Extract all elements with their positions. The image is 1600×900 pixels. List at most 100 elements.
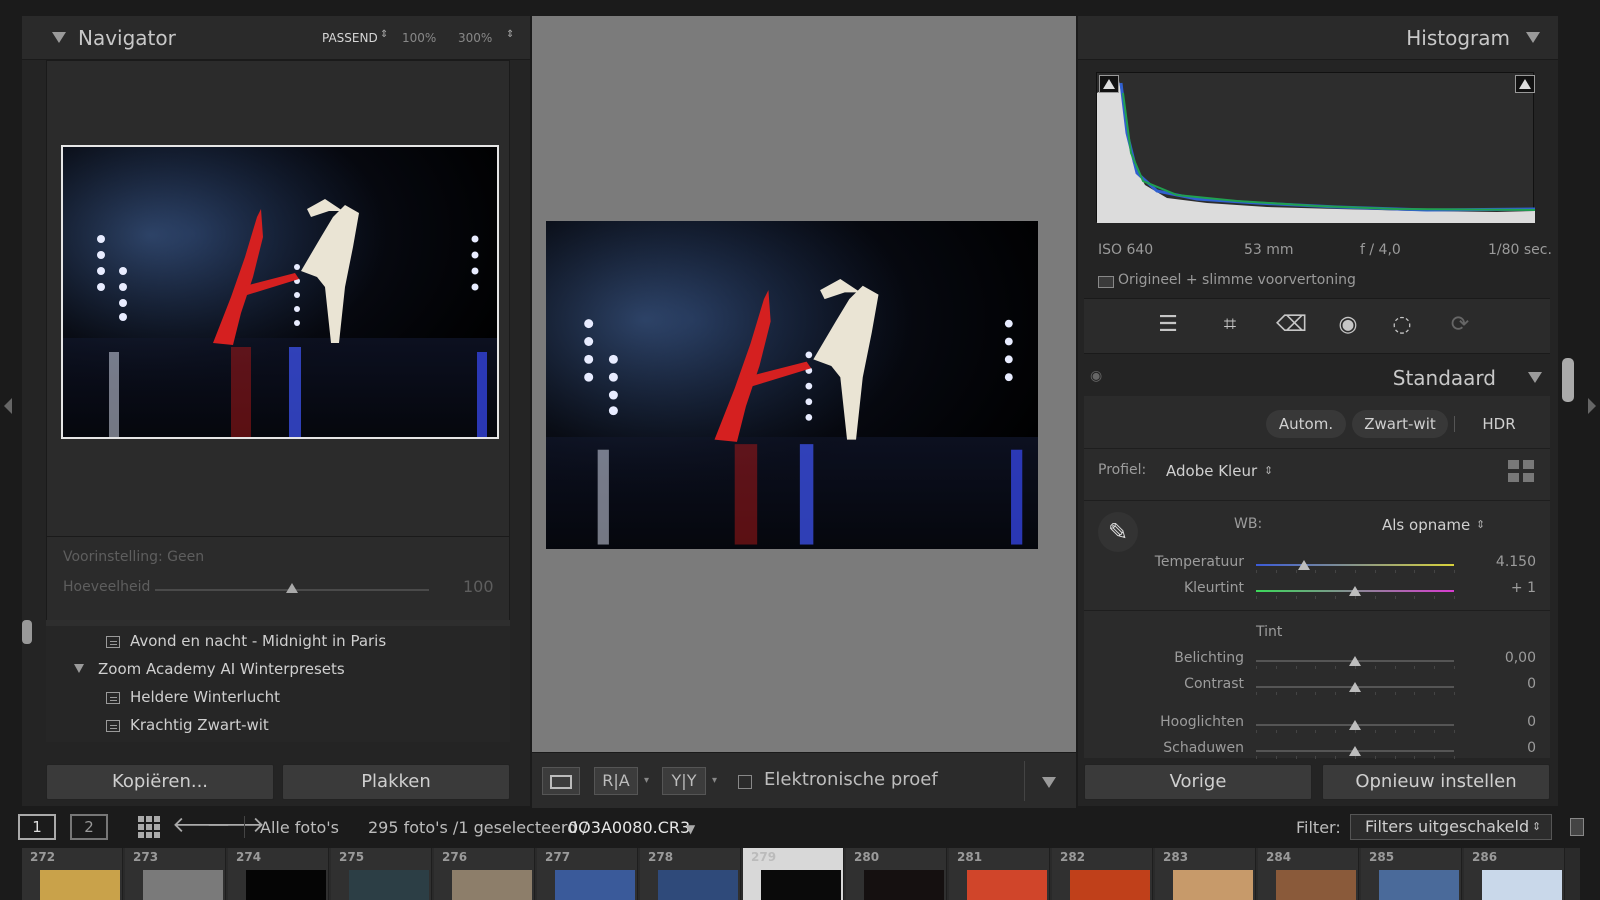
filmstrip-cell[interactable]: 274 — [228, 848, 329, 900]
filmstrip-thumbnail[interactable] — [1379, 870, 1459, 900]
slider-value[interactable]: 0 — [1476, 740, 1536, 756]
filmstrip-thumbnail[interactable] — [1173, 870, 1253, 900]
filmstrip-cell[interactable]: 273 — [125, 848, 226, 900]
zoom-300-option[interactable]: 300% — [458, 31, 492, 45]
left-panel-toggle-icon[interactable] — [4, 398, 12, 414]
filmstrip-cell[interactable]: 275 — [331, 848, 432, 900]
eraser-icon[interactable]: ⌫ — [1276, 311, 1307, 339]
collapse-triangle-icon[interactable] — [1528, 372, 1542, 383]
highlight-clipping-icon[interactable] — [1515, 75, 1535, 93]
edit-sliders-icon[interactable]: ☰ — [1154, 311, 1182, 339]
shadows-slider-thumb[interactable] — [1349, 746, 1361, 756]
contrast-slider-thumb[interactable] — [1349, 682, 1361, 692]
zoom-fit-option[interactable]: PASSEND — [322, 31, 378, 45]
filmstrip-thumbnail[interactable] — [143, 870, 223, 900]
paste-settings-button[interactable]: Plakken — [282, 764, 510, 800]
filter-select-arrows-icon[interactable]: ⇕ — [1532, 820, 1541, 833]
before-after-ra-button[interactable]: R|A — [594, 767, 638, 795]
preset-item[interactable]: Krachtig Zwart-wit — [130, 716, 269, 734]
preset-item[interactable]: Avond en nacht - Midnight in Paris — [130, 632, 386, 650]
filmstrip-thumbnail[interactable] — [40, 870, 120, 900]
contrast-slider[interactable] — [1256, 682, 1455, 695]
tint-slider[interactable] — [1256, 586, 1455, 599]
amount-slider-thumb[interactable] — [286, 583, 298, 593]
filmstrip-cell[interactable]: 283 — [1155, 848, 1256, 900]
loupe-view-button[interactable] — [542, 767, 580, 795]
secondary-display-button[interactable]: 2 — [70, 814, 108, 840]
filmstrip-cell[interactable]: 276 — [434, 848, 535, 900]
copy-settings-button[interactable]: Kopiëren... — [46, 764, 274, 800]
filmstrip-cell[interactable]: 282 — [1052, 848, 1153, 900]
wb-eyedropper-icon[interactable]: ✎ — [1098, 512, 1138, 552]
filmstrip-cell[interactable]: 286 — [1464, 848, 1565, 900]
temperature-slider-thumb[interactable] — [1297, 560, 1310, 570]
filmstrip-thumbnail[interactable] — [761, 870, 841, 900]
previous-settings-button[interactable]: Vorige — [1084, 764, 1312, 800]
main-photo[interactable] — [546, 221, 1038, 549]
presets-rotate-icon[interactable]: ⟳ — [1446, 311, 1474, 339]
crop-icon[interactable]: ⌗ — [1216, 311, 1244, 339]
navigator-thumbnail[interactable] — [61, 145, 499, 439]
hdr-button[interactable]: HDR — [1464, 410, 1534, 438]
yy-dropdown-icon[interactable]: ▾ — [712, 775, 717, 786]
filmstrip-thumbnail[interactable] — [1276, 870, 1356, 900]
highlights-slider-thumb[interactable] — [1349, 720, 1361, 730]
filmstrip-cell[interactable]: 279 — [743, 848, 844, 900]
filmstrip-thumbnail[interactable] — [452, 870, 532, 900]
basic-panel-header[interactable]: ◉ Standaard — [1084, 360, 1550, 396]
preset-item[interactable]: Heldere Winterlucht — [130, 688, 280, 706]
left-scrollbar-thumb[interactable] — [22, 620, 32, 644]
softproof-label[interactable]: Elektronische proef — [764, 769, 938, 790]
slider-value[interactable]: 4.150 — [1476, 554, 1536, 570]
preset-folder[interactable]: Zoom Academy AI Winterpresets — [98, 660, 345, 678]
right-scrollbar[interactable] — [1562, 358, 1574, 402]
collapse-triangle-icon[interactable] — [1526, 32, 1540, 43]
wb-select-arrows-icon[interactable]: ⇕ — [1476, 518, 1485, 531]
ra-dropdown-icon[interactable]: ▾ — [644, 775, 649, 786]
masking-icon[interactable]: ◌ — [1388, 311, 1416, 339]
primary-display-button[interactable]: 1 — [18, 814, 56, 840]
filmstrip-cell[interactable]: 281 — [949, 848, 1050, 900]
slider-value[interactable]: 0 — [1476, 676, 1536, 692]
filmstrip-thumbnail[interactable] — [349, 870, 429, 900]
navigator-header[interactable]: Navigator PASSEND ⇕ 100% 300% ⇕ — [22, 16, 530, 60]
filmstrip-thumbnail[interactable] — [1070, 870, 1150, 900]
profile-select-arrows-icon[interactable]: ⇕ — [1264, 464, 1273, 477]
slider-value[interactable]: 0,00 — [1476, 650, 1536, 666]
zoom-100-option[interactable]: 100% — [402, 31, 436, 45]
shadows-slider[interactable] — [1256, 746, 1455, 759]
source-label[interactable]: Alle foto's — [260, 818, 339, 837]
before-after-yy-button[interactable]: Y|Y — [662, 767, 706, 795]
filmstrip-cell[interactable]: 272 — [22, 848, 123, 900]
filmstrip-thumbnail[interactable] — [864, 870, 944, 900]
filmstrip-cell[interactable]: 285 — [1361, 848, 1462, 900]
collapse-triangle-icon[interactable] — [52, 32, 66, 43]
exposure-slider-thumb[interactable] — [1349, 656, 1361, 666]
histogram-graph[interactable] — [1096, 72, 1535, 223]
image-canvas[interactable] — [532, 16, 1076, 752]
black-white-button[interactable]: Zwart-wit — [1352, 410, 1448, 438]
filmstrip-thumbnail[interactable] — [1482, 870, 1562, 900]
forward-arrow-icon[interactable]: 🡒 — [206, 812, 265, 838]
filter-select[interactable]: Filters uitgeschakeld — [1350, 814, 1552, 840]
filmstrip-cell[interactable]: 277 — [537, 848, 638, 900]
filename-dropdown-icon[interactable]: ▼ — [686, 822, 695, 836]
profile-browser-grid-icon[interactable] — [1508, 460, 1534, 482]
auto-button[interactable]: Autom. — [1266, 410, 1346, 438]
filmstrip-thumbnail[interactable] — [658, 870, 738, 900]
navigator-preview-area[interactable] — [46, 60, 510, 538]
grid-view-icon[interactable] — [138, 816, 160, 838]
filmstrip-thumbnail[interactable] — [246, 870, 326, 900]
filmstrip-cell[interactable]: 278 — [640, 848, 741, 900]
toolbar-options-icon[interactable] — [1042, 777, 1056, 788]
folder-expand-icon[interactable] — [74, 664, 84, 673]
right-panel-toggle-icon[interactable] — [1588, 398, 1596, 414]
zoom-fit-arrows-icon[interactable]: ⇕ — [380, 29, 388, 40]
reset-button[interactable]: Opnieuw instellen — [1322, 764, 1550, 800]
filmstrip-thumbnail[interactable] — [967, 870, 1047, 900]
slider-value[interactable]: 0 — [1476, 714, 1536, 730]
wb-select[interactable]: Als opname — [1382, 516, 1470, 534]
zoom-arrows-icon[interactable]: ⇕ — [506, 29, 514, 40]
shadow-clipping-icon[interactable] — [1099, 75, 1119, 93]
filter-lock-icon[interactable] — [1570, 818, 1584, 836]
